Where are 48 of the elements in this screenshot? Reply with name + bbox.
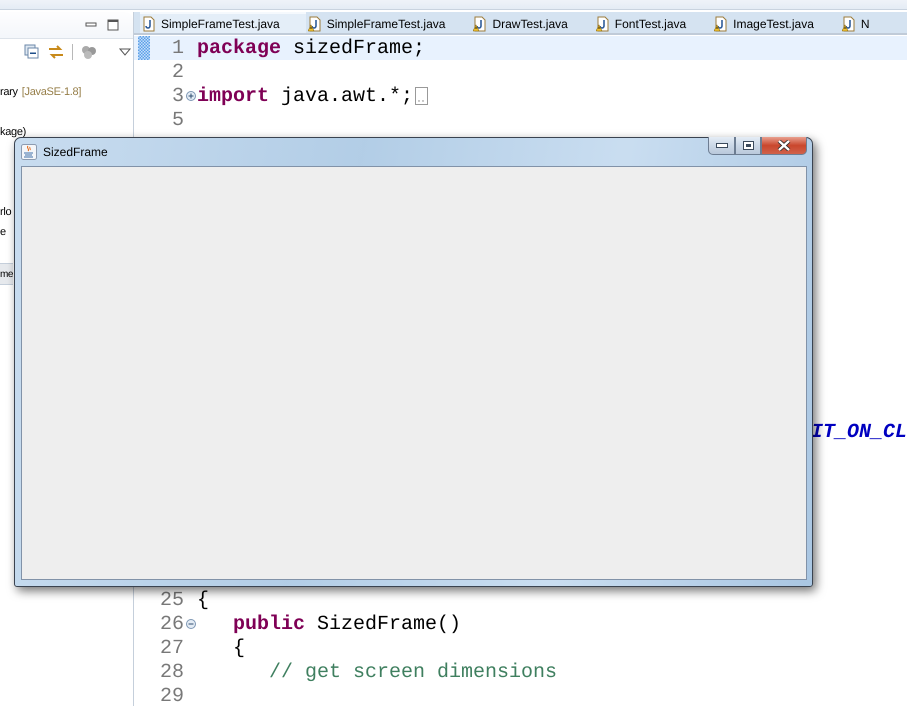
close-button[interactable]	[761, 137, 807, 155]
folded-code-icon[interactable]	[415, 87, 428, 105]
collapse-all-icon	[24, 44, 40, 60]
code-line: // get screen dimensions	[268, 660, 558, 684]
java-file-warning-icon	[596, 16, 610, 32]
editor-tab[interactable]: FontTest.java	[594, 12, 712, 33]
line-number: 29	[158, 684, 184, 706]
line-number: 3	[170, 84, 184, 108]
code-line: IT_ON_CL	[811, 420, 907, 444]
java-file-warning-icon	[714, 16, 728, 32]
line-number: 2	[170, 60, 184, 84]
editor-tab[interactable]: SimpleFrameTest.java	[140, 12, 306, 33]
code-line: {	[197, 588, 210, 612]
code-line: package sizedFrame;	[197, 36, 426, 60]
line-number: 5	[170, 108, 184, 132]
dropdown-icon	[119, 47, 131, 57]
close-icon	[777, 140, 791, 151]
code-line: {	[232, 636, 246, 660]
window-title: SizedFrame	[43, 145, 109, 159]
tree-item-label[interactable]: rary	[0, 86, 18, 98]
java-file-warning-icon	[842, 16, 856, 32]
tree-item-decoration: [JavaSE-1.8]	[22, 86, 82, 98]
line-number: 27	[158, 636, 184, 660]
maximize-icon	[742, 141, 754, 150]
line-number: 28	[158, 660, 184, 684]
circles-icon	[81, 44, 97, 60]
line-number: 26	[158, 612, 184, 636]
editor-tab[interactable]: N	[840, 12, 896, 33]
minimize-icon	[716, 142, 728, 148]
code-line: import java.awt.*;	[197, 84, 414, 108]
tree-item-label[interactable]: kage)	[0, 126, 26, 138]
editor-tab[interactable]: DrawTest.java	[471, 12, 594, 33]
editor-tab[interactable]: ImageTest.java	[712, 12, 840, 33]
line-number: 1	[170, 36, 184, 60]
code-line: public SizedFrame()	[232, 612, 462, 636]
java-cup-icon	[21, 144, 37, 160]
java-file-warning-icon	[308, 16, 322, 32]
minimize-button[interactable]	[708, 137, 735, 155]
tree-item-label[interactable]: rlo	[0, 206, 12, 218]
tree-item-label[interactable]: e	[0, 226, 6, 238]
view-tab[interactable]: me	[0, 263, 13, 285]
link-arrows-icon	[48, 44, 64, 60]
maximize-icon	[107, 19, 119, 31]
java-file-warning-icon	[473, 16, 488, 32]
java-file-icon	[142, 16, 156, 32]
maximize-button[interactable]	[735, 137, 761, 155]
editor-tab[interactable]: SimpleFrameTest.java	[306, 12, 472, 33]
line-number: 25	[158, 588, 184, 612]
